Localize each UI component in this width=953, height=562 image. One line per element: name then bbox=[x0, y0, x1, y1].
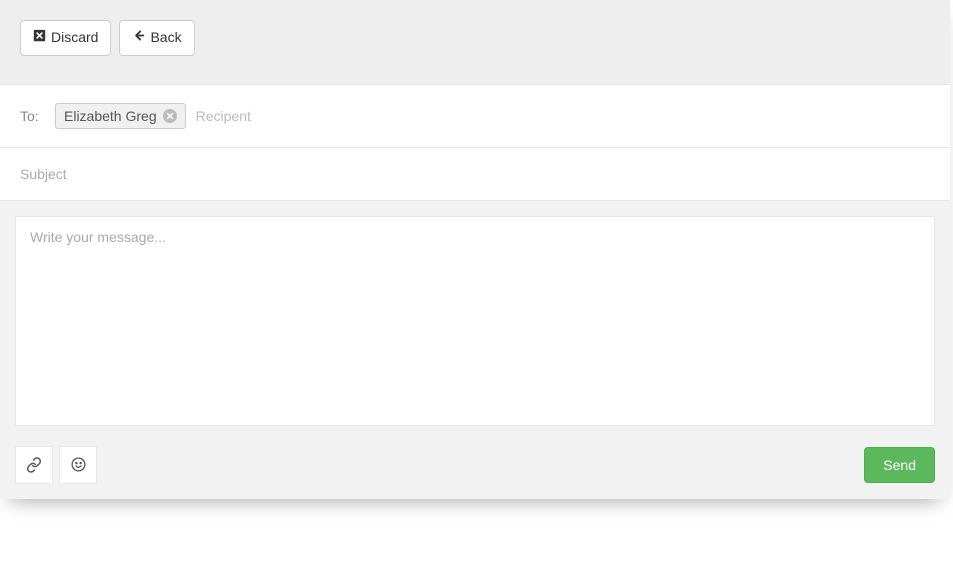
compose-footer: Send bbox=[0, 446, 950, 499]
discard-label: Discard bbox=[51, 28, 98, 48]
recipient-chip-name: Elizabeth Greg bbox=[64, 108, 157, 124]
body-wrap bbox=[0, 201, 950, 446]
recipient-chip[interactable]: Elizabeth Greg bbox=[55, 103, 186, 129]
recipients-label: To: bbox=[20, 108, 45, 124]
footer-tools bbox=[15, 446, 97, 484]
message-body-textarea[interactable] bbox=[15, 216, 935, 426]
arrow-left-icon bbox=[132, 28, 145, 48]
emoji-button[interactable] bbox=[59, 446, 97, 484]
back-button[interactable]: Back bbox=[119, 20, 194, 56]
link-icon bbox=[26, 457, 42, 473]
recipients-row: To: Elizabeth Greg bbox=[0, 85, 950, 148]
compose-toolbar: Discard Back bbox=[0, 0, 950, 85]
send-button[interactable]: Send bbox=[864, 447, 935, 483]
back-label: Back bbox=[150, 28, 181, 48]
remove-chip-icon[interactable] bbox=[163, 109, 177, 123]
smile-icon bbox=[70, 456, 87, 473]
discard-icon bbox=[33, 28, 46, 48]
discard-button[interactable]: Discard bbox=[20, 20, 111, 56]
recipient-input[interactable] bbox=[196, 108, 930, 124]
attach-link-button[interactable] bbox=[15, 446, 53, 484]
compose-panel: Discard Back To: Elizabeth Greg bbox=[0, 0, 950, 499]
subject-input[interactable] bbox=[0, 148, 950, 201]
